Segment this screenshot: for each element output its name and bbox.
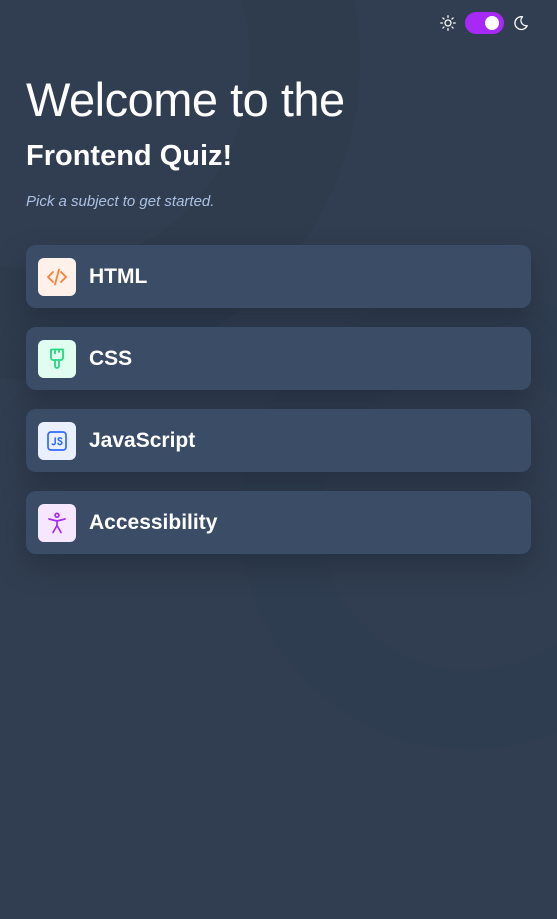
- paintbrush-icon: [50, 348, 64, 369]
- subtitle: Pick a subject to get started.: [26, 193, 215, 210]
- subject-javascript-button[interactable]: JavaScript: [26, 409, 531, 472]
- moon-icon: [514, 16, 528, 31]
- subject-accessibility-button[interactable]: Accessibility: [26, 491, 531, 554]
- sun-icon: [440, 15, 456, 31]
- subject-list: HTML CSS JavaScript Accessibility: [26, 245, 531, 573]
- subject-icon-badge: [38, 339, 76, 378]
- subject-label: CSS: [89, 346, 133, 370]
- welcome-title: Welcome to the: [26, 73, 345, 126]
- code-brackets-icon: [47, 268, 67, 285]
- subject-icon-badge: [38, 503, 76, 542]
- subject-icon-badge: [38, 421, 76, 460]
- theme-toggle: [440, 12, 529, 34]
- js-icon: [47, 430, 67, 451]
- subject-icon-badge: [38, 257, 76, 296]
- quiz-title: Frontend Quiz!: [26, 140, 233, 172]
- subject-css-button[interactable]: CSS: [26, 327, 531, 390]
- switch-knob: [485, 16, 499, 30]
- subject-label: HTML: [89, 264, 148, 288]
- subject-label: JavaScript: [89, 428, 196, 452]
- dark-mode-switch[interactable]: [465, 12, 504, 34]
- welcome-header: Welcome to the Frontend Quiz! Pick a sub…: [26, 72, 531, 212]
- subject-html-button[interactable]: HTML: [26, 245, 531, 308]
- subject-label: Accessibility: [89, 510, 218, 534]
- accessibility-icon: [48, 512, 66, 533]
